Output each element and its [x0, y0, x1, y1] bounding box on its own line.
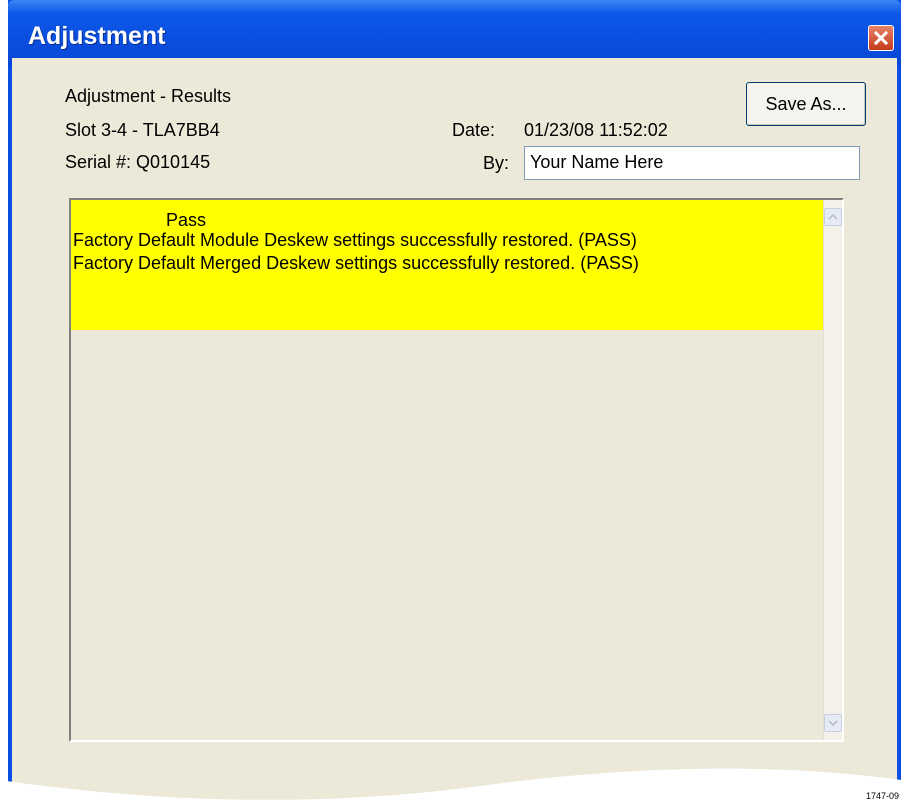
result-line: Factory Default Module Deskew settings s…	[73, 230, 637, 250]
result-status: Pass	[166, 210, 207, 230]
scroll-up-button[interactable]	[824, 208, 842, 226]
result-line: Factory Default Merged Deskew settings s…	[73, 253, 639, 273]
dialog-window: Adjustment Adjustment - Results Slot 3-4…	[8, 0, 901, 805]
date-value: 01/23/08 11:52:02	[524, 120, 668, 140]
save-as-button[interactable]: Save As...	[746, 82, 866, 126]
close-icon	[874, 31, 888, 45]
chevron-up-icon	[828, 214, 838, 220]
results-heading: Adjustment - Results	[65, 86, 232, 106]
by-name-input[interactable]: Your Name Here	[524, 146, 860, 180]
serial-label: Serial #: Q010145	[65, 152, 211, 172]
vertical-scrollbar[interactable]	[823, 200, 842, 740]
torn-edge	[0, 768, 901, 805]
figure-reference: 1747-09	[865, 791, 899, 801]
close-button[interactable]	[868, 25, 894, 51]
results-textarea[interactable]: Pass Factory Default Module Deskew setti…	[69, 198, 844, 742]
date-label: Date:	[452, 120, 496, 140]
title-bar[interactable]: Adjustment	[8, 0, 901, 66]
window-title: Adjustment	[28, 22, 166, 50]
scroll-down-button[interactable]	[824, 714, 842, 732]
results-highlight: Pass Factory Default Module Deskew setti…	[71, 200, 826, 330]
by-label: By:	[483, 153, 510, 173]
chevron-down-icon	[828, 720, 838, 726]
dialog-content: Adjustment - Results Slot 3-4 - TLA7BB4 …	[12, 58, 897, 805]
slot-label: Slot 3-4 - TLA7BB4	[65, 120, 220, 140]
